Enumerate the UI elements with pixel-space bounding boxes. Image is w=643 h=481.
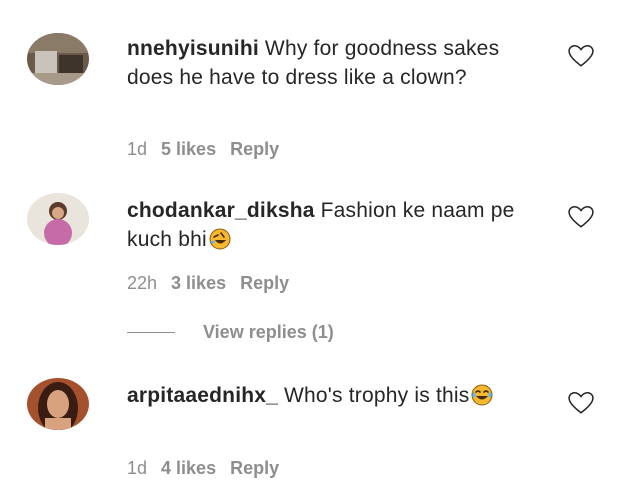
reply-button[interactable]: Reply (240, 273, 289, 294)
comment-time[interactable]: 1d (127, 139, 147, 160)
comment-text: arpitaaednihx_ Who's trophy is this (127, 381, 547, 410)
comment-meta: 22h 3 likes Reply (127, 273, 289, 294)
comment-body: Who's trophy is this (284, 384, 470, 407)
rolling-on-floor-laughing-icon (209, 228, 231, 250)
comment-username[interactable]: chodankar_diksha (127, 199, 315, 222)
comment-meta: 1d 5 likes Reply (127, 139, 279, 160)
tears-of-joy-icon (471, 384, 493, 406)
avatar[interactable] (27, 193, 89, 245)
comment-username[interactable]: nnehyisunihi (127, 37, 259, 60)
reply-button[interactable]: Reply (230, 139, 279, 160)
like-heart-icon[interactable] (568, 205, 594, 229)
like-heart-icon[interactable] (568, 44, 594, 68)
comment-likes[interactable]: 3 likes (171, 273, 226, 294)
like-heart-icon[interactable] (568, 391, 594, 415)
avatar-image (27, 378, 89, 430)
avatar-image (27, 33, 89, 85)
view-replies-divider (127, 332, 175, 333)
comment-username[interactable]: arpitaaednihx_ (127, 384, 278, 407)
avatar-image (27, 193, 89, 245)
comment-time[interactable]: 22h (127, 273, 157, 294)
view-replies-label: View replies (1) (203, 322, 334, 342)
comment-likes[interactable]: 5 likes (161, 139, 216, 160)
avatar[interactable] (27, 378, 89, 430)
avatar[interactable] (27, 33, 89, 85)
comment-text: nnehyisunihi Why for goodness sakes does … (127, 34, 547, 92)
comment-time[interactable]: 1d (127, 458, 147, 479)
reply-button[interactable]: Reply (230, 458, 279, 479)
comment-text: chodankar_diksha Fashion ke naam pe kuch … (127, 196, 547, 254)
view-replies-button[interactable]: View replies (1) (127, 322, 334, 343)
comment-likes[interactable]: 4 likes (161, 458, 216, 479)
comment-meta: 1d 4 likes Reply (127, 458, 279, 479)
